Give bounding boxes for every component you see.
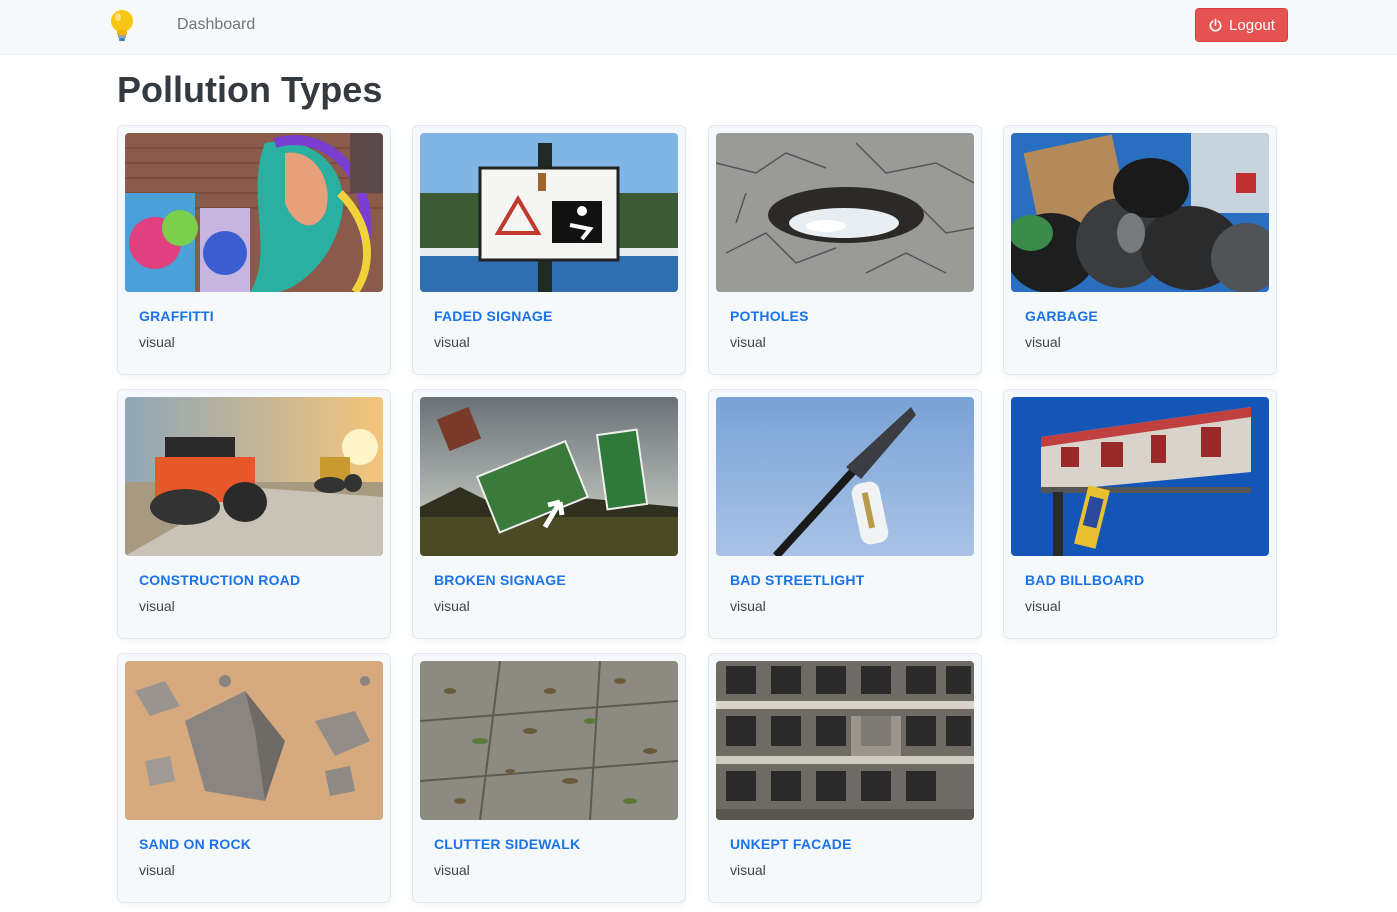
bad-streetlight-image: [716, 397, 974, 556]
card-category: visual: [434, 334, 470, 350]
card-title[interactable]: BROKEN SIGNAGE: [434, 572, 566, 588]
sand-on-rock-image: [125, 661, 383, 820]
card-category: visual: [1025, 598, 1061, 614]
card-category: visual: [139, 598, 175, 614]
card-category: visual: [730, 598, 766, 614]
card-graffiti[interactable]: GRAFFITTI visual: [117, 125, 391, 375]
unkept-facade-image: [716, 661, 974, 820]
card-title[interactable]: CONSTRUCTION ROAD: [139, 572, 300, 588]
graffiti-image: [125, 133, 383, 292]
page-title: Pollution Types: [117, 69, 383, 110]
card-construction-road[interactable]: CONSTRUCTION ROAD visual: [117, 389, 391, 639]
card-potholes[interactable]: POTHOLES visual: [708, 125, 982, 375]
logout-label: Logout: [1229, 16, 1275, 34]
card-broken-signage[interactable]: BROKEN SIGNAGE visual: [412, 389, 686, 639]
garbage-image: [1011, 133, 1269, 292]
clutter-sidewalk-image: [420, 661, 678, 820]
card-sand-on-rock[interactable]: SAND ON ROCK visual: [117, 653, 391, 903]
logout-button[interactable]: Logout: [1195, 8, 1288, 42]
card-category: visual: [1025, 334, 1061, 350]
card-title[interactable]: BAD STREETLIGHT: [730, 572, 864, 588]
lightbulb-icon[interactable]: [106, 8, 138, 44]
navbar: Dashboard Logout: [0, 0, 1397, 55]
card-category: visual: [139, 334, 175, 350]
power-icon: [1209, 18, 1222, 32]
card-clutter-sidewalk[interactable]: CLUTTER SIDEWALK visual: [412, 653, 686, 903]
card-title[interactable]: SAND ON ROCK: [139, 836, 251, 852]
card-title[interactable]: BAD BILLBOARD: [1025, 572, 1144, 588]
card-faded-signage[interactable]: FADED SIGNAGE visual: [412, 125, 686, 375]
card-garbage[interactable]: GARBAGE visual: [1003, 125, 1277, 375]
card-title[interactable]: GRAFFITTI: [139, 308, 214, 324]
card-category: visual: [434, 598, 470, 614]
bad-billboard-image: [1011, 397, 1269, 556]
construction-road-image: [125, 397, 383, 556]
card-category: visual: [434, 862, 470, 878]
nav-dashboard-link[interactable]: Dashboard: [177, 16, 255, 34]
card-unkept-facade[interactable]: UNKEPT FACADE visual: [708, 653, 982, 903]
card-title[interactable]: FADED SIGNAGE: [434, 308, 553, 324]
card-title[interactable]: GARBAGE: [1025, 308, 1098, 324]
card-bad-streetlight[interactable]: BAD STREETLIGHT visual: [708, 389, 982, 639]
card-category: visual: [730, 334, 766, 350]
card-category: visual: [139, 862, 175, 878]
card-category: visual: [730, 862, 766, 878]
card-bad-billboard[interactable]: BAD BILLBOARD visual: [1003, 389, 1277, 639]
faded-signage-image: [420, 133, 678, 292]
broken-signage-image: [420, 397, 678, 556]
card-title[interactable]: POTHOLES: [730, 308, 809, 324]
card-title[interactable]: UNKEPT FACADE: [730, 836, 852, 852]
card-title[interactable]: CLUTTER SIDEWALK: [434, 836, 580, 852]
potholes-image: [716, 133, 974, 292]
